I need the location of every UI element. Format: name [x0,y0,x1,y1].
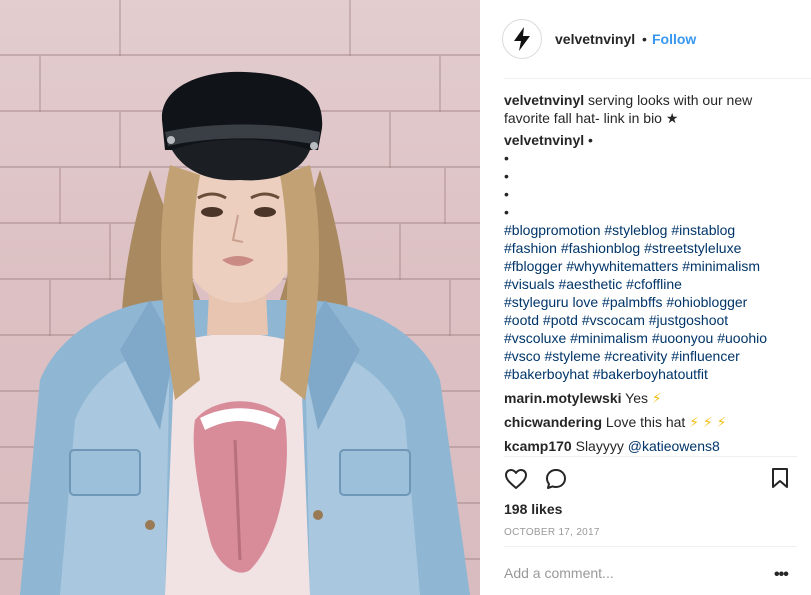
comment-mention[interactable]: @katieowens8 [628,438,720,454]
comment-username[interactable]: chicwandering [504,414,602,430]
add-comment-input[interactable]: Add a comment... [504,565,614,581]
comment-text: Yes [625,390,652,406]
caption-continued: velvetnvinyl • [504,131,796,149]
header-username[interactable]: velvetnvinyl [555,31,635,47]
lightning-emoji-icon: ⚡ ⚡ ⚡ [689,414,727,430]
likes-count[interactable]: 198 likes [504,501,562,517]
post-header: velvetnvinyl • Follow [480,0,811,79]
hashtag-line[interactable]: #bakerboyhat #bakerboyhatoutfit [504,365,796,383]
comments-list: velvetnvinyl serving looks with our new … [504,91,796,455]
action-bar [504,467,796,493]
bullet-line: • [504,150,509,166]
hashtag-line[interactable]: #vscoluxe #minimalism #uoonyou #uoohio [504,329,796,347]
comment-input-divider [504,546,797,547]
comment-item: kcamp170 Slayyyy @katieowens8 [504,437,796,455]
follow-button[interactable]: Follow [652,31,696,47]
header-separator: • [642,31,647,47]
hashtag-line[interactable]: #blogpromotion #styleblog #instablog [504,221,796,239]
comment-username[interactable]: marin.motylewski [504,390,622,406]
actions-divider [504,456,797,457]
hashtag-line[interactable]: #fashion #fashionblog #streetstyleluxe [504,239,796,257]
comment-username[interactable]: kcamp170 [504,438,572,454]
comment-text: Love this hat [605,414,690,430]
hashtag-line[interactable]: #styleguru love #palmbffs #ohioblogger [504,293,796,311]
comment-item: marin.motylewski Yes ⚡ [504,389,796,407]
comment-text: Slayyyy [575,438,628,454]
caption-suffix: • [588,132,593,148]
lightning-bolt-icon [514,27,530,51]
caption: velvetnvinyl serving looks with our new … [504,91,796,127]
caption-username-2[interactable]: velvetnvinyl [504,132,584,148]
avatar[interactable] [502,19,542,59]
hashtag-line[interactable]: #vsco #styleme #creativity #influencer [504,347,796,365]
bullet-line: • [504,186,509,202]
post-photo[interactable] [0,0,480,595]
post-date[interactable]: OCTOBER 17, 2017 [504,527,600,538]
hashtag-line[interactable]: #visuals #aesthetic #cfoffline [504,275,796,293]
comment-item: chicwandering Love this hat ⚡ ⚡ ⚡ [504,413,796,431]
hashtag-line[interactable]: #fblogger #whywhitematters #minimalism [504,257,796,275]
comment-bubble-icon[interactable] [544,467,568,491]
header-divider [504,78,811,79]
post-photo-illustration [20,0,470,595]
more-options-button[interactable]: ••• [774,566,789,584]
bullet-line: • [504,168,509,184]
bookmark-icon[interactable] [770,467,790,489]
heart-icon[interactable] [504,467,528,491]
hashtag-line[interactable]: #ootd #potd #vscocam #justgoshoot [504,311,796,329]
bullet-line: • [504,204,509,220]
hashtags: #blogpromotion #styleblog #instablog #fa… [504,221,796,383]
caption-username[interactable]: velvetnvinyl [504,92,584,108]
caption-bullets: • • • • [504,149,796,221]
post-details-panel: velvetnvinyl • Follow velvetnvinyl servi… [480,0,811,595]
lightning-emoji-icon: ⚡ [651,390,662,406]
